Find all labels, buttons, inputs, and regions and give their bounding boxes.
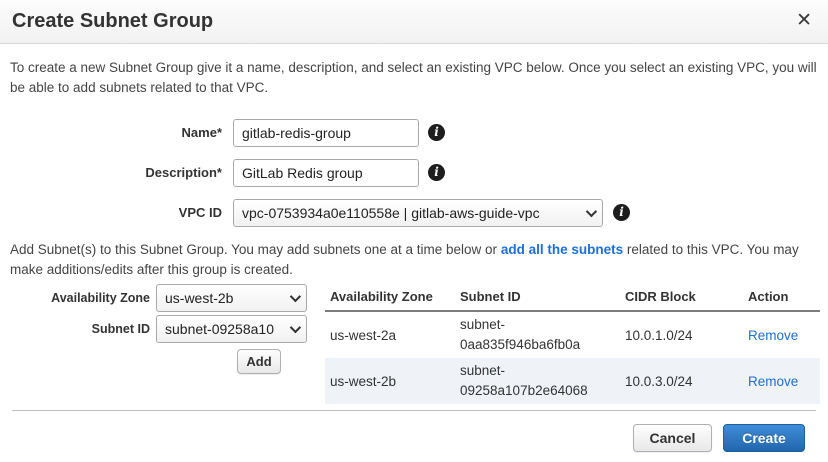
create-subnet-group-dialog: Create Subnet Group ✕ To create a new Su… xyxy=(0,0,828,462)
add-subnets-text-before: Add Subnet(s) to this Subnet Group. You … xyxy=(10,242,501,257)
column-header-action: Action xyxy=(743,289,820,304)
description-input[interactable] xyxy=(233,159,419,187)
chevron-down-icon xyxy=(586,206,597,217)
description-info-icon[interactable]: i xyxy=(428,164,445,181)
cell-subnet-id: subnet-09258a107b2e64068 xyxy=(455,361,605,400)
chevron-down-icon xyxy=(290,322,301,333)
subnet-id-select[interactable]: subnet-09258a10 xyxy=(156,315,307,343)
table-row: us-west-2b subnet-09258a107b2e64068 10.0… xyxy=(325,358,820,404)
column-header-cidr-block: CIDR Block xyxy=(620,289,743,304)
add-all-subnets-link[interactable]: add all the subnets xyxy=(501,242,623,257)
availability-zone-label: Availability Zone xyxy=(0,284,150,313)
name-label: Name* xyxy=(0,119,222,147)
vpc-info-icon[interactable]: i xyxy=(613,204,630,221)
cancel-button[interactable]: Cancel xyxy=(633,424,712,452)
column-header-availability-zone: Availability Zone xyxy=(325,289,455,304)
footer-divider xyxy=(12,410,816,411)
remove-link[interactable]: Remove xyxy=(748,374,798,389)
remove-link[interactable]: Remove xyxy=(748,328,798,343)
name-input[interactable] xyxy=(233,119,419,147)
vpc-id-label: VPC ID xyxy=(0,199,222,227)
cell-cidr-block: 10.0.1.0/24 xyxy=(620,328,743,343)
description-label: Description* xyxy=(0,159,222,187)
subnet-id-label: Subnet ID xyxy=(0,315,150,344)
name-info-icon[interactable]: i xyxy=(428,124,445,141)
cell-availability-zone: us-west-2a xyxy=(325,328,455,343)
column-header-subnet-id: Subnet ID xyxy=(455,289,620,304)
subnets-table-header: Availability Zone Subnet ID CIDR Block A… xyxy=(325,283,820,312)
dialog-title: Create Subnet Group xyxy=(12,10,213,33)
availability-zone-select[interactable]: us-west-2b xyxy=(156,284,307,312)
subnets-table: Availability Zone Subnet ID CIDR Block A… xyxy=(325,283,820,404)
create-button[interactable]: Create xyxy=(723,424,805,452)
cell-subnet-id: subnet-0aa835f946ba6fb0a xyxy=(455,315,605,354)
dialog-header: Create Subnet Group ✕ xyxy=(0,0,828,44)
close-icon[interactable]: ✕ xyxy=(796,9,812,33)
table-row: us-west-2a subnet-0aa835f946ba6fb0a 10.0… xyxy=(325,312,820,358)
intro-text: To create a new Subnet Group give it a n… xyxy=(10,58,818,99)
vpc-id-select[interactable]: vpc-0753934a0e110558e | gitlab-aws-guide… xyxy=(233,199,603,227)
add-subnets-text: Add Subnet(s) to this Subnet Group. You … xyxy=(10,240,820,279)
chevron-down-icon xyxy=(290,291,301,302)
subnet-id-select-value: subnet-09258a10 xyxy=(165,321,290,337)
cell-availability-zone: us-west-2b xyxy=(325,374,455,389)
cell-cidr-block: 10.0.3.0/24 xyxy=(620,374,743,389)
availability-zone-select-value: us-west-2b xyxy=(165,290,284,306)
add-button[interactable]: Add xyxy=(237,349,281,374)
vpc-id-select-value: vpc-0753934a0e110558e | gitlab-aws-guide… xyxy=(242,205,580,221)
